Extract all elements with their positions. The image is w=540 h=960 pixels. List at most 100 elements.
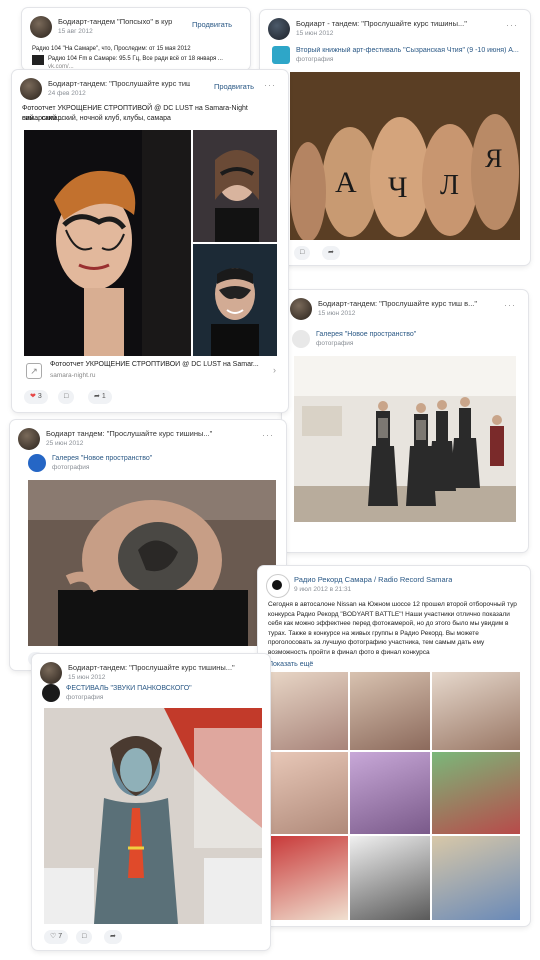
- post-header: Бодиарт-тандем: "Прослушайте курс тиш в.…: [290, 298, 520, 326]
- grid-photo[interactable]: [432, 836, 520, 920]
- post-header: Радио Рекорд Самара / Radio Record Samar…: [266, 574, 522, 602]
- link-url[interactable]: vk.com/...: [48, 62, 240, 70]
- like-count: 7: [58, 933, 63, 940]
- svg-text:А: А: [335, 166, 357, 199]
- post-text-2: ний... самарский, ночной клуб, клубы, са…: [22, 115, 171, 122]
- svg-text:Ч: Ч: [388, 171, 408, 204]
- svg-text:Я: Я: [485, 144, 502, 173]
- post-card: Бодиарт тандем: "Прослушайте курс тишины…: [10, 420, 286, 670]
- side-photo-2[interactable]: [193, 244, 277, 356]
- promote-button[interactable]: Продвигать: [192, 20, 232, 29]
- post-date[interactable]: 25 июн 2012: [46, 440, 83, 447]
- repost-header: Галерея "Новое пространство" фотография: [292, 330, 518, 352]
- post-actions: □ ➦: [294, 246, 394, 262]
- grid-photo[interactable]: [350, 752, 430, 834]
- belly-painting-photo: [28, 480, 276, 646]
- more-options-icon[interactable]: ···: [504, 300, 516, 310]
- grid-photo[interactable]: [268, 836, 348, 920]
- more-options-icon[interactable]: ···: [264, 80, 276, 90]
- grid-photo[interactable]: [432, 672, 520, 750]
- post-actions: ♡ 7 □ ➦: [44, 930, 164, 946]
- gallery-logo[interactable]: [292, 330, 310, 348]
- gallery-logo[interactable]: [28, 454, 46, 472]
- share-button[interactable]: ➦: [322, 246, 340, 260]
- side-photo-1[interactable]: [193, 130, 277, 242]
- grid-photo[interactable]: [268, 752, 348, 834]
- avatar[interactable]: [290, 298, 312, 320]
- post-card: Бодиарт-тандем: "Прослушайте курс тиш...…: [12, 70, 288, 412]
- post-card: Радио Рекорд Самара / Radio Record Samar…: [258, 566, 530, 926]
- post-author[interactable]: Бодиарт-тандем "Попсыхо" в курс тишины..…: [58, 17, 172, 26]
- repost-source[interactable]: ФЕСТИВАЛЬ "ЗВУКИ ПАНКОВСКОГО": [66, 685, 192, 692]
- repost-type: фотография: [316, 340, 354, 347]
- share-button[interactable]: ➦ 1: [88, 390, 112, 404]
- more-options-icon[interactable]: ···: [506, 20, 518, 30]
- heart-icon: ❤: [30, 393, 36, 400]
- like-button[interactable]: ♡ 7: [44, 930, 69, 944]
- grid-photo[interactable]: [268, 672, 348, 750]
- grid-photo[interactable]: [350, 672, 430, 750]
- repost-source[interactable]: Вторый книжный арт-фестиваль "Сызранская…: [296, 47, 520, 54]
- post-photo[interactable]: [28, 480, 276, 646]
- bodyart-letters-photo: А Ч Л Я: [290, 72, 520, 240]
- avatar[interactable]: [18, 428, 40, 450]
- post-author[interactable]: Бодиарт-тандем: "Прослушайте курс тишины…: [68, 663, 235, 672]
- repost-count: 1: [101, 393, 106, 400]
- post-author[interactable]: Радио Рекорд Самара / Radio Record Samar…: [294, 575, 452, 584]
- post-text: Радио 104 "На Самаре", что, Проследим: о…: [32, 46, 191, 52]
- post-header: Бодиарт - тандем: "Прослушайте курс тиши…: [268, 18, 522, 46]
- link-url[interactable]: samara-night.ru: [50, 372, 96, 379]
- comment-button[interactable]: □: [294, 246, 311, 260]
- share-button[interactable]: ➦: [104, 930, 122, 944]
- repost-source[interactable]: Галерея "Новое пространство": [316, 331, 416, 338]
- link-title[interactable]: Фотоотчет УКРОЩЕНИЕ СТРОПТИВОЙ @ DC LUST…: [50, 361, 266, 368]
- chevron-right-icon: ›: [273, 365, 276, 375]
- gallery-models-photo: [294, 356, 516, 522]
- promote-button[interactable]: Продвигать: [214, 82, 254, 91]
- grid-photo[interactable]: [350, 836, 430, 920]
- link-snippet[interactable]: ↗ Фотоотчет УКРОЩЕНИЕ СТРОПТИВОЙ @ DC LU…: [24, 360, 276, 384]
- main-photo[interactable]: [24, 130, 191, 356]
- lace-mask-portrait: [24, 130, 191, 356]
- post-author[interactable]: Бодиарт тандем: "Прослушайте курс тишины…: [46, 429, 212, 438]
- post-header: Бодиарт-тандем "Попсыхо" в курс тишины..…: [30, 16, 242, 44]
- like-count: 3: [37, 393, 42, 400]
- masked-man-photo: [193, 244, 277, 356]
- post-text: Сегодня в автосалоне Nissan на Южном шос…: [268, 601, 517, 656]
- post-date[interactable]: 15 авг 2012: [58, 28, 93, 35]
- repost-source[interactable]: Галерея "Новое пространство": [52, 455, 152, 462]
- post-date[interactable]: 24 фев 2012: [48, 90, 86, 97]
- post-photo[interactable]: А Ч Л Я: [290, 72, 520, 240]
- post-card: Бодиарт-тандем: "Прослушайте курс тиш в.…: [282, 290, 528, 552]
- post-date[interactable]: 15 июн 2012: [318, 310, 355, 317]
- post-author[interactable]: Бодиарт - тандем: "Прослушайте курс тиши…: [296, 19, 467, 28]
- show-more-link[interactable]: Показать ещё: [268, 660, 520, 670]
- comment-button[interactable]: □: [58, 390, 75, 404]
- post-photo[interactable]: [44, 708, 262, 924]
- comment-button[interactable]: □: [76, 930, 93, 944]
- external-link-icon: ↗: [26, 363, 42, 379]
- post-card: Бодиарт-тандем "Попсыхо" в курс тишины..…: [22, 8, 250, 70]
- post-author[interactable]: Бодиарт-тандем: "Прослушайте курс тиш...…: [48, 79, 190, 88]
- more-options-icon[interactable]: ···: [262, 430, 274, 440]
- post-photo[interactable]: [294, 356, 516, 522]
- repost-type: фотография: [66, 694, 104, 701]
- repost-header: Галерея "Новое пространство" фотография: [28, 454, 276, 476]
- avatar[interactable]: [40, 662, 62, 684]
- festival-logo[interactable]: [42, 684, 60, 702]
- post-date[interactable]: 15 июн 2012: [68, 674, 105, 681]
- avatar[interactable]: [268, 18, 290, 40]
- post-date[interactable]: 9 июл 2012 в 21:31: [294, 586, 351, 593]
- grid-photo[interactable]: [432, 752, 520, 834]
- post-actions: ❤ 3 □ ➦ 1: [24, 390, 164, 406]
- painted-girl-photo: [44, 708, 262, 924]
- post-header: Бодиарт тандем: "Прослушайте курс тишины…: [18, 428, 278, 456]
- record-logo-icon: [272, 580, 282, 590]
- festival-logo[interactable]: [272, 46, 290, 64]
- like-button[interactable]: ❤ 3: [24, 390, 48, 404]
- post-author[interactable]: Бодиарт-тандем: "Прослушайте курс тиш в.…: [318, 299, 477, 308]
- avatar[interactable]: [20, 78, 42, 100]
- post-date[interactable]: 15 июн 2012: [296, 30, 333, 37]
- photo-grid: [268, 672, 520, 920]
- avatar[interactable]: [30, 16, 52, 38]
